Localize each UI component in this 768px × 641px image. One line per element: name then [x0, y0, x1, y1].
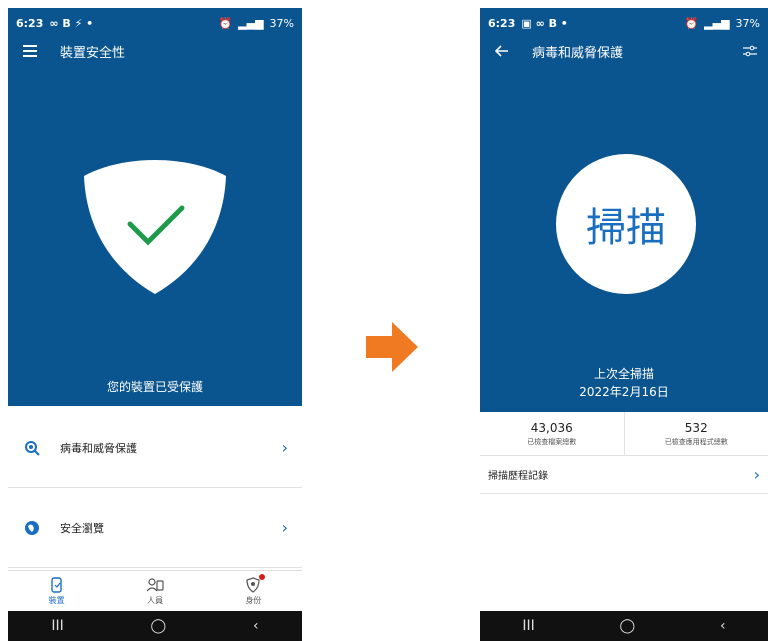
bottom-navigation: 裝置 人員 身份 [8, 570, 302, 612]
arrow-right-icon [366, 322, 418, 372]
status-time: 6:23 [16, 16, 44, 30]
list-item-safe-browsing[interactable]: 安全瀏覽 › [8, 488, 302, 568]
stat-files-scanned: 43,036 已檢查檔案總數 [480, 412, 624, 455]
nav-label: 裝置 [48, 596, 65, 605]
nav-item-device[interactable]: 裝置 [49, 577, 65, 606]
status-time: 6:23 [488, 16, 516, 30]
last-scan-label: 上次全掃描 [593, 367, 654, 381]
back-icon[interactable]: ‹ [720, 618, 726, 634]
right-phone-screen: 6:23 ▣ ∞ B • ⏰ ▂▄▆ 37% 病毒和威脅保護 掃描 上次全掃描 … [480, 8, 768, 641]
system-nav-bar: III ◯ ‹ [8, 611, 302, 641]
nav-item-people[interactable]: 人員 [146, 577, 164, 606]
people-icon [146, 578, 164, 592]
protected-status-text: 您的裝置已受保護 [106, 380, 203, 394]
battery-text: 37% [735, 16, 760, 30]
nav-item-identity[interactable]: 身份 [245, 574, 266, 606]
recent-apps-icon[interactable]: III [522, 618, 534, 634]
app-bar: 病毒和威脅保護 [480, 38, 768, 64]
stat-value: 532 [684, 420, 708, 435]
device-icon [50, 577, 62, 593]
shield-check-icon [84, 160, 226, 294]
status-bar: 6:23 ▣ ∞ B • ⏰ ▂▄▆ 37% [480, 8, 768, 38]
list-item-label: 安全瀏覽 [60, 521, 104, 535]
list-item-label: 病毒和威脅保護 [60, 441, 137, 455]
alarm-icon: ⏰ [684, 16, 699, 30]
globe-icon [22, 518, 42, 538]
chevron-right-icon: › [281, 518, 288, 537]
status-left-icons: ▣ ∞ B • [521, 16, 568, 30]
menu-icon[interactable] [20, 41, 40, 61]
back-icon[interactable]: ‹ [253, 618, 259, 634]
chevron-right-icon: › [281, 438, 288, 457]
stat-label: 已檢查檔案總數 [527, 437, 577, 446]
stat-apps-scanned: 532 已檢查應用程式總數 [623, 412, 768, 455]
last-scan-date: 2022年2月16日 [579, 385, 669, 399]
filter-settings-icon[interactable] [740, 41, 760, 61]
scan-button-label: 掃描 [586, 205, 666, 251]
back-arrow-icon[interactable] [492, 41, 512, 61]
chevron-right-icon: › [753, 465, 760, 484]
list-item-label: 掃描歷程記錄 [488, 471, 548, 482]
nav-label: 身份 [245, 596, 262, 605]
recent-apps-icon[interactable]: III [51, 618, 63, 634]
alarm-icon: ⏰ [218, 16, 233, 30]
list-item-virus-protection[interactable]: 病毒和威脅保護 › [8, 408, 302, 488]
scan-stats: 43,036 已檢查檔案總數 532 已檢查應用程式總數 [480, 412, 768, 456]
notification-badge [259, 574, 266, 580]
home-icon[interactable]: ◯ [620, 618, 636, 634]
list-item-scan-history[interactable]: 掃描歷程記錄 › [480, 456, 768, 494]
stat-value: 43,036 [530, 420, 573, 435]
status-left-icons: ∞ B ⚡ • [49, 16, 94, 30]
scan-button[interactable]: 掃描 [556, 154, 696, 294]
signal-icon: ▂▄▆ [704, 16, 730, 30]
home-icon[interactable]: ◯ [151, 618, 167, 634]
identity-icon [246, 577, 260, 593]
page-title: 裝置安全性 [60, 45, 126, 61]
app-bar: 裝置安全性 [8, 38, 302, 64]
battery-text: 37% [269, 16, 294, 30]
nav-label: 人員 [146, 596, 163, 605]
signal-icon: ▂▄▆ [238, 16, 264, 30]
stat-label: 已檢查應用程式總數 [664, 437, 728, 446]
left-phone-screen: 6:23 ∞ B ⚡ • ⏰ ▂▄▆ 37% 裝置安全性 您的裝置已受保護 病毒… [8, 8, 302, 641]
system-nav-bar: III ◯ ‹ [480, 611, 768, 641]
status-bar: 6:23 ∞ B ⚡ • ⏰ ▂▄▆ 37% [8, 8, 302, 38]
virus-scan-icon [22, 438, 42, 458]
page-title: 病毒和威脅保護 [532, 45, 624, 61]
